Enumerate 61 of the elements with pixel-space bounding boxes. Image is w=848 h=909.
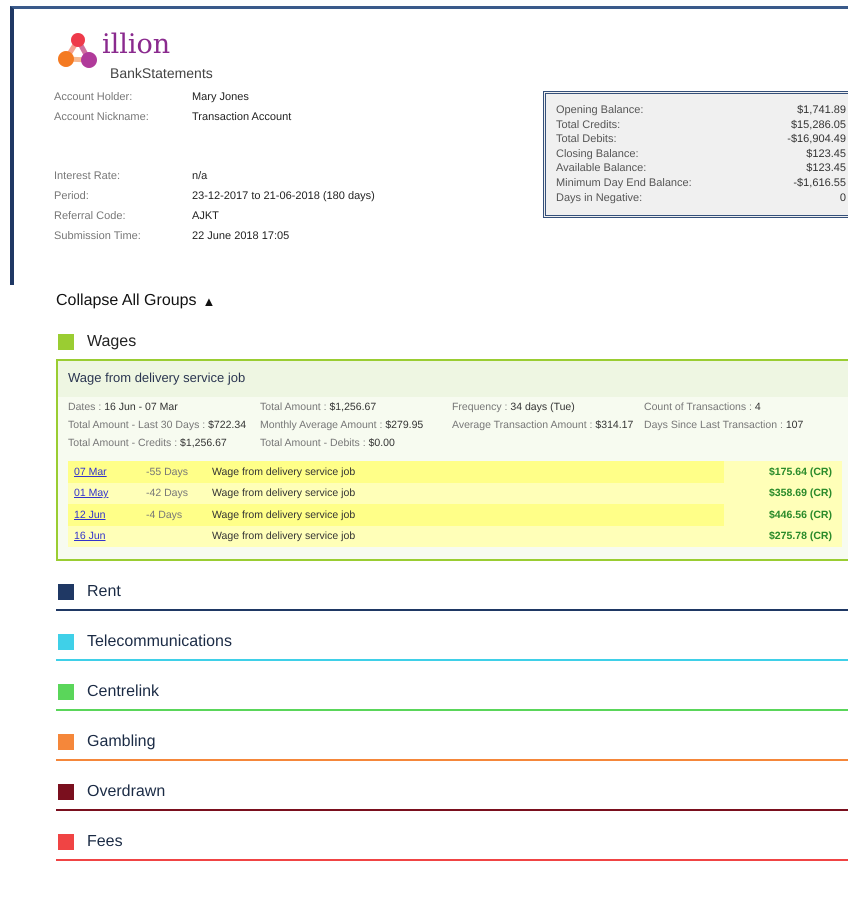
table-cell-text: Wage from delivery service job <box>212 486 356 502</box>
field-label: Account Holder: <box>54 90 134 105</box>
detail-title: Wage from delivery service job <box>58 361 848 397</box>
stat-text: Total Amount - Debits : $0.00 <box>260 436 396 451</box>
stat-text: Total Amount : $1,256.67 <box>260 400 378 415</box>
group-title[interactable]: Overdrawn <box>87 783 166 801</box>
summary-label: Total Credits: <box>556 118 622 132</box>
stat-text: Dates : 16 Jun - 07 Mar <box>68 400 179 415</box>
stat-text: Monthly Average Amount : $279.95 <box>260 418 424 433</box>
field-label: Referral Code: <box>54 209 127 224</box>
date-link[interactable]: 12 Jun <box>74 508 106 521</box>
table-cell-text: Wage from delivery service job <box>212 508 356 523</box>
summary-value: -$1,616.55 <box>792 176 846 191</box>
field-value: 22 June 2018 17:05 <box>192 229 290 244</box>
stat-text: Total Amount - Last 30 Days : $722.34 <box>68 418 248 433</box>
field-label: Submission Time: <box>54 229 142 244</box>
summary-label: Total Debits: <box>556 132 618 147</box>
field-label: Interest Rate: <box>54 169 122 184</box>
product-name: BankStatements <box>110 65 213 81</box>
group-title[interactable]: Gambling <box>87 733 156 751</box>
table-cell-text: -42 Days <box>146 486 190 502</box>
logo-icon <box>56 31 100 71</box>
summary-value: $15,286.05 <box>790 118 846 132</box>
table-cell-text: -55 Days <box>146 464 190 480</box>
stat-text: Days Since Last Transaction : 107 <box>644 418 804 433</box>
group-title[interactable]: Telecommunications <box>87 633 232 651</box>
stat-text: Count of Transactions : 4 <box>644 400 762 415</box>
field-label: Account Nickname: <box>54 110 150 125</box>
summary-value: $123.45 <box>805 161 846 176</box>
group-title[interactable]: Fees <box>87 833 123 851</box>
date-link[interactable]: 07 Mar <box>74 466 107 478</box>
group-title[interactable]: Wages <box>87 333 136 351</box>
date-link[interactable]: 16 Jun <box>74 530 106 542</box>
field-value: 23-12-2017 to 21-06-2018 (180 days) <box>192 189 375 204</box>
field-value: n/a <box>192 169 208 184</box>
field-label: Period: <box>54 189 90 204</box>
field-value: AJKT <box>192 209 220 224</box>
stat-text: Total Amount - Credits : $1,256.67 <box>68 436 228 451</box>
group-title[interactable]: Centrelink <box>87 683 160 701</box>
collapse-all-link[interactable]: Collapse All Groups ▲ <box>56 292 216 311</box>
table-cell: $446.56 (CR) <box>724 504 842 526</box>
summary-label: Available Balance: <box>556 161 648 176</box>
brand-name: illion <box>102 29 172 61</box>
summary-label: Opening Balance: <box>556 103 644 118</box>
group-title[interactable]: Rent <box>87 583 121 601</box>
table-cell-text: Wage from delivery service job <box>212 529 356 544</box>
stat-text: Average Transaction Amount : $314.17 <box>452 418 634 433</box>
summary-value: $1,741.89 <box>796 103 846 118</box>
summary-value: $123.45 <box>805 146 846 162</box>
table-cell-text: Wage from delivery service job <box>212 464 356 480</box>
field-value: Mary Jones <box>192 90 250 105</box>
date-link[interactable]: 01 May <box>74 487 108 500</box>
field-value: Transaction Account <box>192 110 292 125</box>
stat-text: Frequency : 34 days (Tue) <box>452 400 576 415</box>
summary-label: Closing Balance: <box>556 146 640 162</box>
summary-value: -$16,904.49 <box>787 132 846 147</box>
table-cell-text: -4 Days <box>146 508 184 523</box>
table-cell: $175.64 (CR) <box>724 461 842 482</box>
summary-label: Days in Negative: <box>556 190 644 206</box>
summary-value: 0 <box>838 190 846 206</box>
summary-label: Minimum Day End Balance: <box>556 176 693 191</box>
